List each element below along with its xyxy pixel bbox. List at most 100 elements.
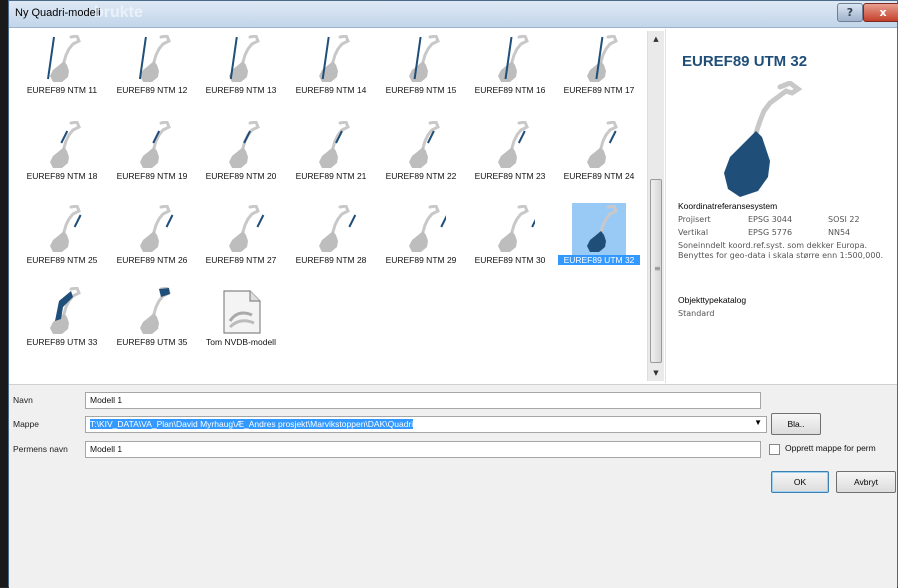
gallery-scrollbar[interactable]: ▲ ≡ ▼ (647, 31, 664, 381)
norway-map-icon (47, 35, 81, 82)
template-tile[interactable]: EUREF89 NTM 21 (290, 121, 372, 195)
template-tile[interactable]: EUREF89 NTM 24 (558, 121, 640, 195)
norway-map-icon (587, 35, 618, 82)
template-tile[interactable]: EUREF89 NTM 26 (111, 205, 193, 279)
template-tile[interactable]: EUREF89 NTM 14 (290, 35, 372, 109)
create-folder-label: Opprett mappe for perm (785, 443, 876, 453)
template-tile-label: EUREF89 NTM 16 (474, 85, 546, 95)
ok-button[interactable]: OK (771, 471, 829, 493)
perm-name-label: Permens navn (13, 444, 68, 454)
template-tile[interactable]: EUREF89 UTM 33 (21, 287, 103, 361)
norway-map-icon (140, 205, 174, 252)
template-tile-label: EUREF89 NTM 25 (26, 255, 98, 265)
template-tile-label: EUREF89 NTM 29 (385, 255, 457, 265)
template-tile-label: EUREF89 UTM 33 (26, 337, 98, 347)
template-tile-label: EUREF89 NTM 17 (563, 85, 635, 95)
create-folder-checkbox[interactable] (769, 444, 780, 455)
norway-map-icon (229, 205, 265, 252)
template-tile[interactable]: EUREF89 NTM 13 (200, 35, 282, 109)
norway-map-icon (140, 287, 171, 334)
template-tile[interactable]: EUREF89 NTM 17 (558, 35, 640, 109)
norway-map-icon (138, 35, 171, 82)
template-tile[interactable]: EUREF89 NTM 19 (111, 121, 193, 195)
crs-description: Soneinndelt koord.ref.syst. som dekker E… (678, 241, 884, 260)
template-tile-label: EUREF89 NTM 23 (474, 171, 546, 181)
template-tile[interactable]: EUREF89 NTM 11 (21, 35, 103, 109)
title-bar: Ny Quadri-modell brukte ? x (9, 1, 898, 28)
template-tile[interactable]: Tom NVDB-modell (200, 287, 282, 361)
template-tile-label: EUREF89 NTM 14 (295, 85, 367, 95)
norway-map-icon (319, 205, 356, 252)
folder-dropdown[interactable]: T:\KIV_DATA\VA_Plan\David Myrhaug\Æ_Andr… (85, 416, 767, 433)
window-title: Ny Quadri-modell (15, 7, 101, 19)
window-title-ghost: brukte (94, 4, 143, 21)
detail-panel: EUREF89 UTM 32 Koordinatreferansesystem … (665, 29, 897, 383)
template-tile[interactable]: EUREF89 NTM 15 (380, 35, 462, 109)
cancel-button[interactable]: Avbryt (836, 471, 896, 493)
vertical-label: Vertikal (678, 228, 709, 237)
new-model-dialog: Ny Quadri-modell brukte ? x EUREF89 NTM … (8, 0, 898, 588)
vertical-epsg: EPSG 5776 (748, 228, 793, 237)
help-button[interactable]: ? (837, 3, 863, 22)
template-tile-label: EUREF89 NTM 22 (385, 171, 457, 181)
norway-map-icon (50, 121, 81, 168)
norway-map-icon (409, 205, 446, 252)
norway-map-icon (50, 205, 82, 252)
background-strip (0, 0, 8, 587)
template-tile[interactable]: EUREF89 UTM 35 (111, 287, 193, 361)
template-tile-label: EUREF89 NTM 12 (116, 85, 188, 95)
vertical-code: NN54 (828, 228, 851, 237)
norway-map-icon (409, 35, 440, 82)
model-form: Navn Modell 1 Mappe T:\KIV_DATA\VA_Plan\… (9, 384, 897, 588)
norway-map-icon (587, 205, 618, 252)
catalog-value: Standard (678, 309, 715, 318)
norway-map-icon (229, 35, 260, 82)
template-tile[interactable]: EUREF89 NTM 27 (200, 205, 282, 279)
projected-epsg: EPSG 3044 (748, 215, 793, 224)
template-tile[interactable]: EUREF89 NTM 18 (21, 121, 103, 195)
template-tile-label: EUREF89 NTM 26 (116, 255, 188, 265)
template-tile-label: EUREF89 NTM 18 (26, 171, 98, 181)
template-tile-label: EUREF89 NTM 11 (26, 85, 98, 95)
template-tile-label: EUREF89 NTM 13 (205, 85, 277, 95)
projected-sosi: SOSI 22 (828, 215, 860, 224)
template-tile[interactable]: EUREF89 NTM 20 (200, 121, 282, 195)
template-tile[interactable]: EUREF89 NTM 12 (111, 35, 193, 109)
template-tile-label: EUREF89 NTM 30 (474, 255, 546, 265)
close-button[interactable]: x (863, 3, 898, 22)
scroll-down-arrow-icon[interactable]: ▼ (648, 365, 664, 381)
template-tile[interactable]: EUREF89 NTM 28 (290, 205, 372, 279)
norway-map-icon (319, 121, 350, 168)
template-tile-label: EUREF89 NTM 20 (205, 171, 277, 181)
name-label: Navn (13, 395, 33, 405)
detail-title: EUREF89 UTM 32 (682, 53, 808, 70)
name-field[interactable]: Modell 1 (85, 392, 761, 409)
template-tile-label: Tom NVDB-modell (206, 337, 276, 347)
perm-name-field[interactable]: Modell 1 (85, 441, 761, 458)
browse-button[interactable]: Bla.. (771, 413, 821, 435)
template-tile[interactable]: EUREF89 NTM 30 (469, 205, 551, 279)
template-tile[interactable]: EUREF89 NTM 16 (469, 35, 551, 109)
norway-map-icon (498, 35, 529, 82)
norway-map-icon (409, 121, 440, 168)
template-tile[interactable]: EUREF89 NTM 29 (380, 205, 462, 279)
template-tile[interactable]: EUREF89 UTM 32 (558, 203, 640, 279)
norway-map-icon (50, 287, 81, 334)
template-tile-label: EUREF89 NTM 21 (295, 171, 367, 181)
template-tile[interactable]: EUREF89 NTM 22 (380, 121, 462, 195)
norway-zone-map-icon (724, 81, 803, 197)
folder-label: Mappe (13, 419, 39, 429)
scroll-up-arrow-icon[interactable]: ▲ (648, 31, 664, 47)
template-tile-label: EUREF89 UTM 32 (558, 255, 640, 265)
norway-map-icon (140, 121, 171, 168)
template-tile[interactable]: EUREF89 NTM 25 (21, 205, 103, 279)
projected-label: Projisert (678, 215, 711, 224)
template-tile-label: EUREF89 NTM 19 (116, 171, 188, 181)
template-tile-label: EUREF89 NTM 27 (205, 255, 277, 265)
blank-document-icon (223, 290, 261, 334)
norway-map-icon (229, 121, 260, 168)
dropdown-arrow-icon[interactable]: ▼ (754, 418, 762, 427)
template-tile[interactable]: EUREF89 NTM 23 (469, 121, 551, 195)
template-tile-label: EUREF89 NTM 28 (295, 255, 367, 265)
scroll-thumb[interactable]: ≡ (650, 179, 662, 363)
